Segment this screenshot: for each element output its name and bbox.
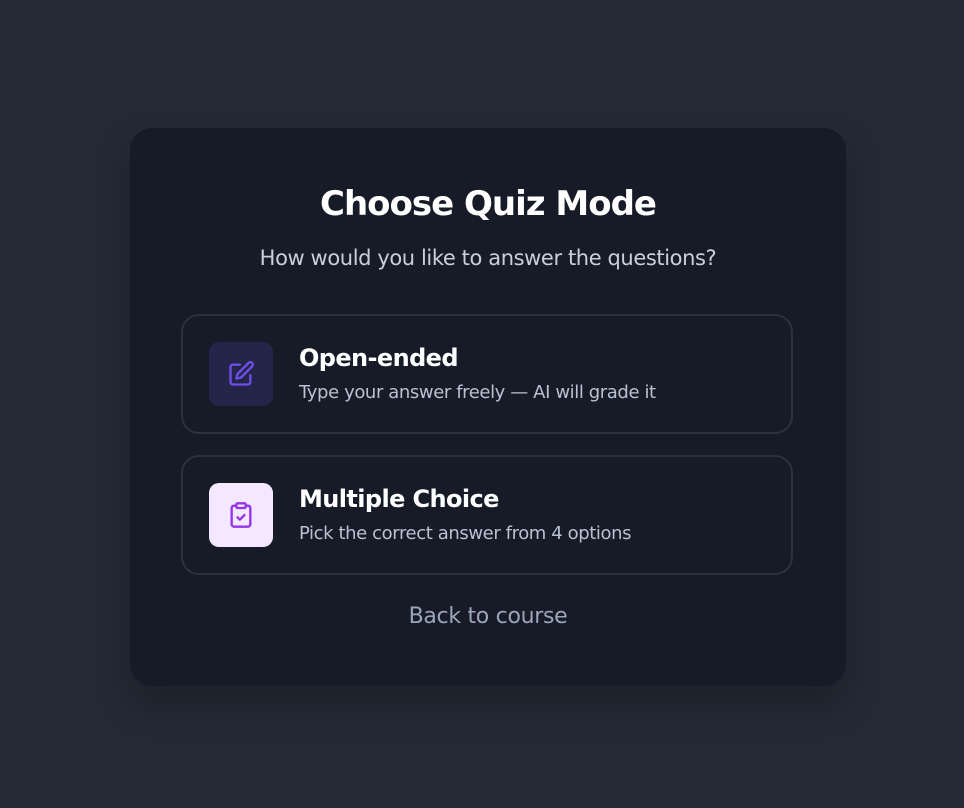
open-ended-description: Type your answer freely — AI will grade … xyxy=(299,382,656,403)
clipboard-check-icon xyxy=(209,483,273,547)
multiple-choice-description: Pick the correct answer from 4 options xyxy=(299,523,632,544)
dialog-title: Choose Quiz Mode xyxy=(320,184,657,224)
edit-icon xyxy=(209,342,273,406)
page: Choose Quiz Mode How would you like to a… xyxy=(0,0,964,808)
multiple-choice-title: Multiple Choice xyxy=(299,485,499,513)
multiple-choice-option[interactable]: Multiple Choice Pick the correct answer … xyxy=(181,455,793,575)
open-ended-title: Open-ended xyxy=(299,344,459,372)
back-to-course-link[interactable]: Back to course xyxy=(130,604,846,629)
dialog-subtitle: How would you like to answer the questio… xyxy=(259,246,717,270)
open-ended-option[interactable]: Open-ended Type your answer freely — AI … xyxy=(181,314,793,434)
quiz-mode-dialog: Choose Quiz Mode How would you like to a… xyxy=(130,128,846,686)
